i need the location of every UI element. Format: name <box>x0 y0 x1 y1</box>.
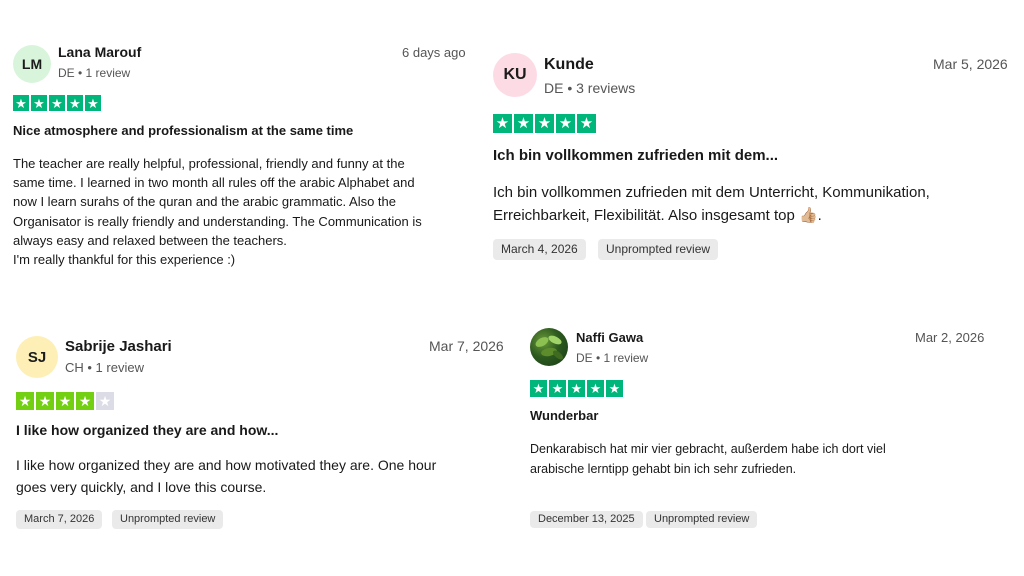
reviewer-name[interactable]: Sabrije Jashari <box>65 338 172 355</box>
reviewer-meta: CH • 1 review <box>65 360 144 375</box>
star-icon: ★ <box>493 114 512 133</box>
review-card: LM Lana Marouf DE • 1 review 6 days ago … <box>0 30 480 280</box>
review-type-tag: Unprompted review <box>598 239 719 260</box>
reviewer-meta: DE • 3 reviews <box>544 80 636 96</box>
star-icon: ★ <box>587 380 604 397</box>
review-date: 6 days ago <box>402 45 466 60</box>
review-body-line: Ich bin vollkommen zufrieden mit dem Unt… <box>493 184 930 201</box>
review-body-line: I'm really thankful for this experience … <box>13 252 236 268</box>
review-card: Naffi Gawa DE • 1 review Mar 2, 2026 ★ ★ ★… <box>512 320 1024 550</box>
review-type-tag: Unprompted review <box>646 511 758 528</box>
reviewer-meta: DE • 1 review <box>576 351 649 365</box>
review-title[interactable]: I like how organized they are and how... <box>16 422 278 438</box>
star-icon: ★ <box>67 95 83 111</box>
reviewer-name[interactable]: Kunde <box>544 56 594 74</box>
review-title[interactable]: Wunderbar <box>530 408 598 423</box>
star-icon: ★ <box>49 95 65 111</box>
star-icon: ★ <box>549 380 566 397</box>
star-rating: ★ ★ ★ ★ ★ <box>530 380 623 397</box>
review-body-line: The teacher are really helpful, professi… <box>13 156 405 171</box>
experience-date-tag: March 4, 2026 <box>493 239 586 260</box>
avatar[interactable]: SJ <box>16 336 58 378</box>
star-icon: ★ <box>56 392 74 410</box>
review-date: Mar 7, 2026 <box>429 338 504 354</box>
star-rating: ★ ★ ★ ★ ★ <box>493 114 596 133</box>
reviewer-name[interactable]: Naffi Gawa <box>576 330 643 345</box>
review-date: Mar 2, 2026 <box>915 330 985 345</box>
star-icon: ★ <box>13 95 29 111</box>
avatar[interactable]: KU <box>493 53 537 97</box>
review-body: The teacher are really helpful, professi… <box>13 154 463 269</box>
experience-date-tag: March 7, 2026 <box>16 510 103 529</box>
review-body-line: always easy and relaxed between the teac… <box>13 232 287 248</box>
star-icon: ★ <box>568 380 585 397</box>
review-body-line: Erreichbarkeit, Flexibilität. Also insge… <box>493 207 822 224</box>
plant-photo-avatar[interactable] <box>530 328 568 366</box>
star-rating: ★ ★ ★ ★ ★ <box>13 95 101 111</box>
star-rating: ★ ★ ★ ★ ★ <box>16 392 114 410</box>
leaf-icon <box>535 335 563 360</box>
review-type-tag: Unprompted review <box>112 510 224 529</box>
star-icon: ★ <box>85 95 101 111</box>
star-icon: ★ <box>76 392 94 410</box>
star-icon: ★ <box>36 392 54 410</box>
star-icon: ★ <box>556 114 575 133</box>
avatar[interactable]: LM <box>13 45 51 83</box>
star-icon: ★ <box>514 114 533 133</box>
star-icon: ★ <box>606 380 623 397</box>
review-body-line: same time. I learned in two month all ru… <box>13 175 415 191</box>
experience-date-tag: December 13, 2025 <box>530 511 643 528</box>
review-card: KU Kunde DE • 3 reviews Mar 5, 2026 ★ ★ ★ ★… <box>480 30 1024 280</box>
review-title[interactable]: Ich bin vollkommen zufrieden mit dem... <box>493 147 778 164</box>
reviewer-name[interactable]: Lana Marouf <box>58 44 141 60</box>
star-icon: ★ <box>96 392 114 410</box>
review-body: Denkarabisch hat mir vier gebracht, auße… <box>530 439 1000 479</box>
review-date: Mar 5, 2026 <box>933 56 1008 72</box>
review-body: Ich bin vollkommen zufrieden mit dem Unt… <box>493 181 993 227</box>
review-body-line: now I learn surahs of the quran and the … <box>13 194 396 210</box>
star-icon: ★ <box>577 114 596 133</box>
reviewer-meta: DE • 1 review <box>58 66 131 80</box>
review-card: SJ Sabrije Jashari CH • 1 review Mar 7, … <box>0 320 512 550</box>
star-icon: ★ <box>16 392 34 410</box>
review-body-line: Denkarabisch hat mir vier gebracht, auße… <box>530 442 886 456</box>
review-body-line: I like how organized they are and how mo… <box>16 457 437 473</box>
review-title[interactable]: Nice atmosphere and professionalism at t… <box>13 123 353 138</box>
review-body-line: Organisator is really friendly and under… <box>13 213 422 229</box>
review-body-line: arabische lerntipp gehabt bin ich sehr z… <box>530 462 797 476</box>
star-icon: ★ <box>535 114 554 133</box>
star-icon: ★ <box>530 380 547 397</box>
star-icon: ★ <box>31 95 47 111</box>
review-body: I like how organized they are and how mo… <box>16 454 486 498</box>
review-body-line: goes very quickly, and I love this cours… <box>16 479 267 495</box>
